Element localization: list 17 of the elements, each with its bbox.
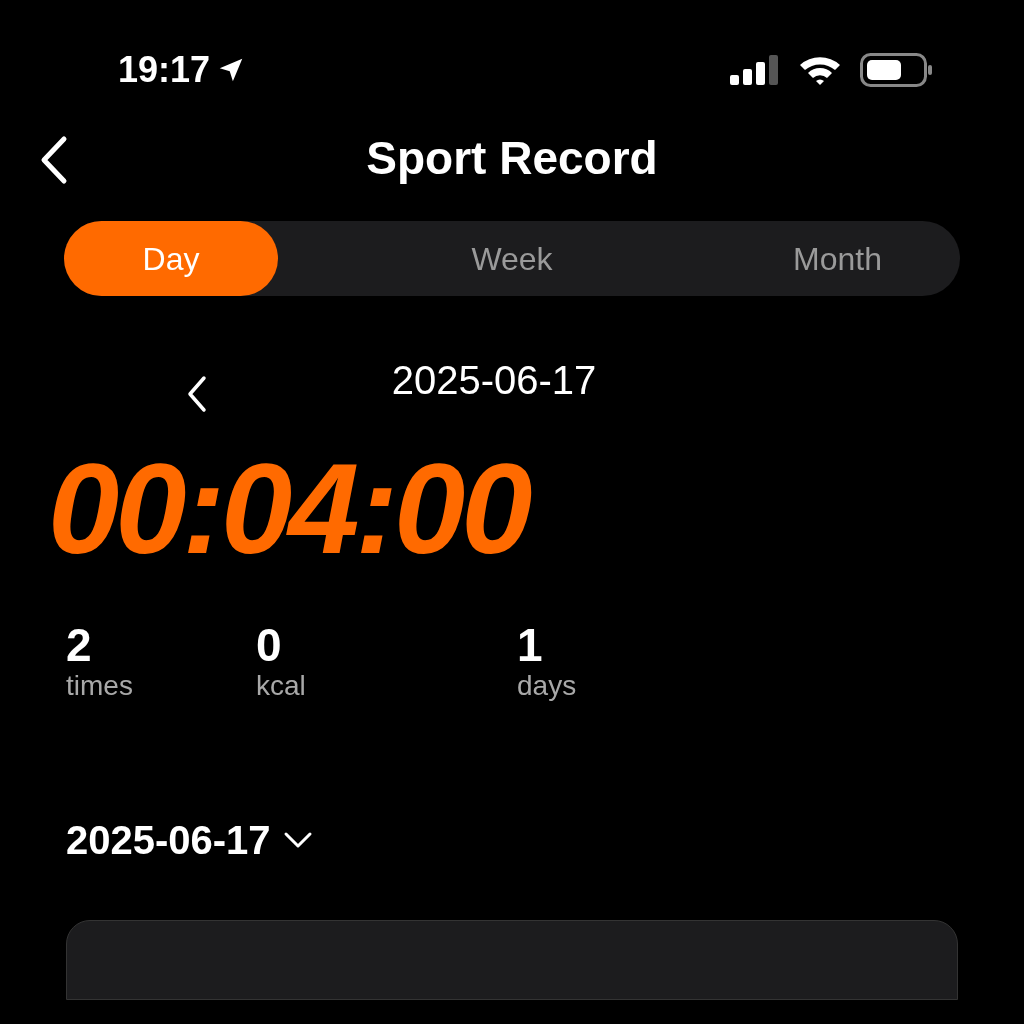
signal-icon xyxy=(730,55,780,85)
wifi-icon xyxy=(798,54,842,86)
status-time: 19:17 xyxy=(118,48,211,92)
stat-value: 1 xyxy=(517,620,544,670)
period-tab[interactable]: Week xyxy=(451,221,573,296)
battery-icon xyxy=(860,53,934,87)
current-date: 2025-06-17 xyxy=(391,357,597,404)
stat-value: 2 xyxy=(66,620,93,670)
total-duration: 00:04:00 xyxy=(48,437,529,580)
stat-unit: times xyxy=(66,670,134,702)
stat-unit: kcal xyxy=(256,670,307,702)
date-dropdown[interactable]: 2025-06-17 xyxy=(66,810,313,870)
stat-unit: days xyxy=(517,670,578,702)
page-title: Sport Record xyxy=(366,130,658,186)
stat-value: 0 xyxy=(256,620,283,670)
chevron-down-icon xyxy=(282,830,313,850)
period-tab[interactable]: Month xyxy=(773,221,902,296)
